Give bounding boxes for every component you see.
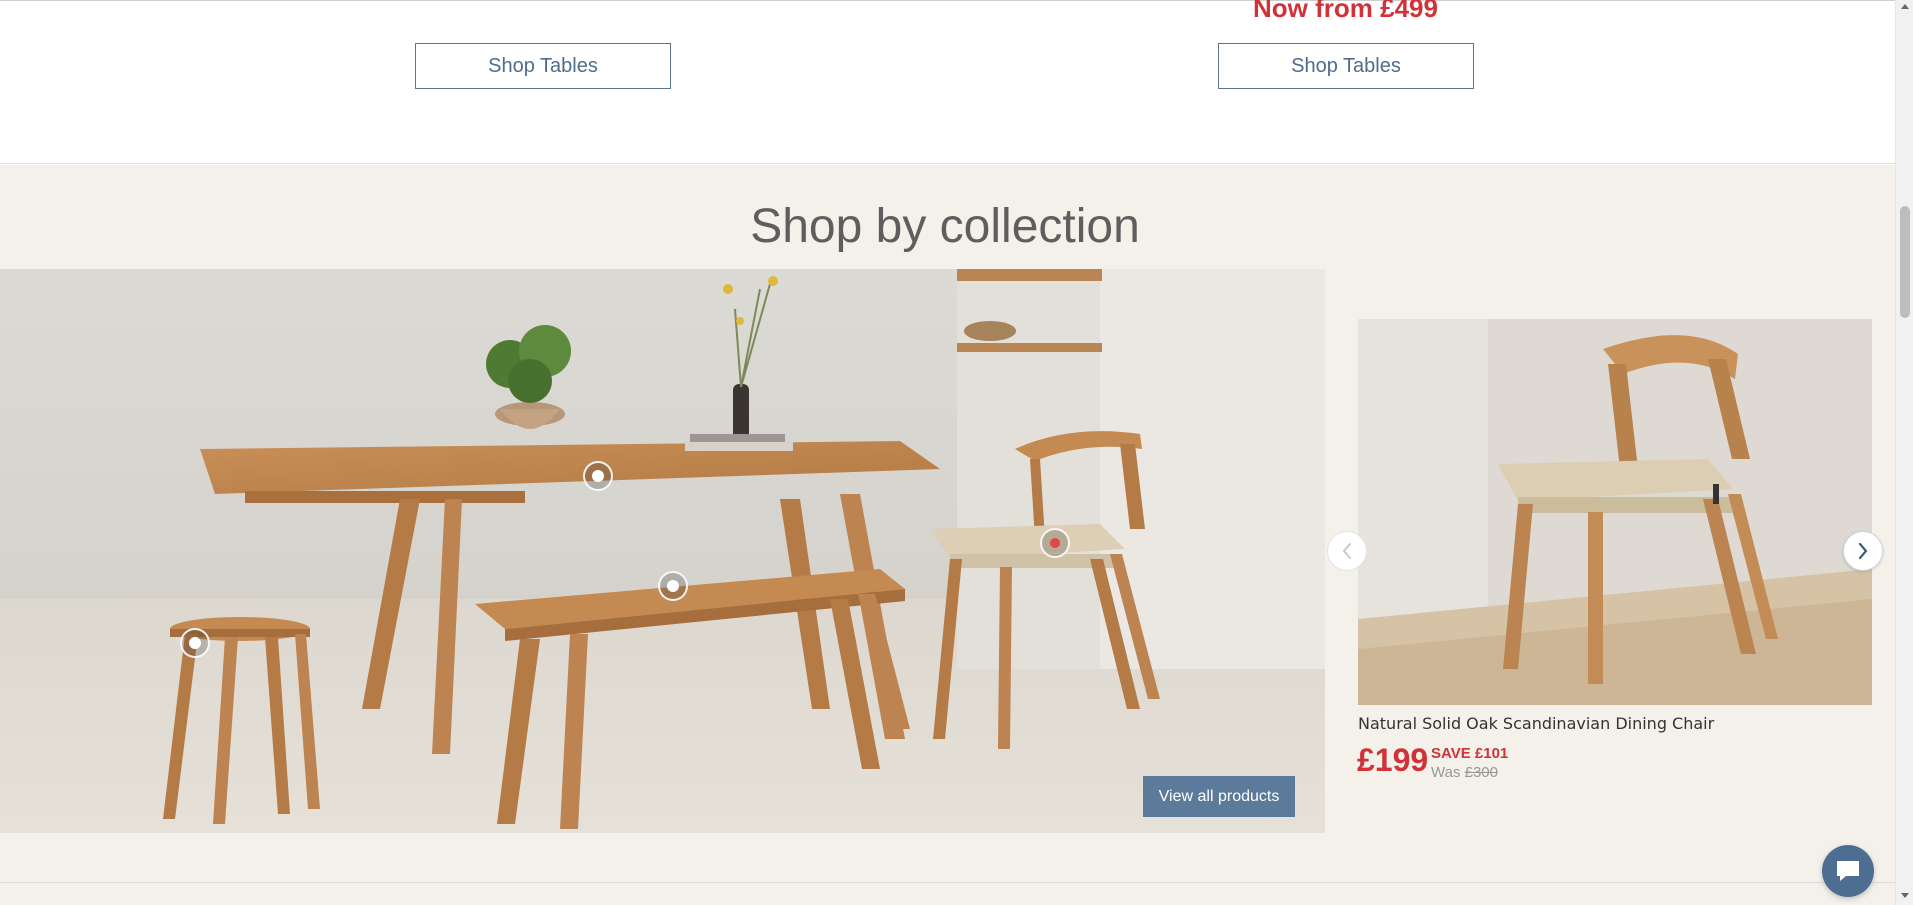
hotspot-dot (592, 470, 604, 482)
promo-section: Now from £499 Shop Tables Shop Tables (0, 0, 1895, 164)
product-name[interactable]: Natural Solid Oak Scandinavian Dining Ch… (1358, 714, 1714, 733)
promo-price: Now from £499 (1253, 0, 1438, 23)
carousel-prev-button[interactable] (1327, 531, 1367, 571)
hotspot-table[interactable] (583, 461, 613, 491)
chevron-right-icon (1858, 542, 1868, 560)
collection-scene-image (0, 269, 1325, 833)
section-divider (0, 882, 1895, 883)
shop-tables-button-left[interactable]: Shop Tables (415, 43, 671, 89)
was-price-value: £300 (1464, 764, 1498, 781)
shop-tables-button-right[interactable]: Shop Tables (1218, 43, 1474, 89)
chat-button[interactable] (1822, 845, 1874, 897)
product-was-price: Was £300 (1431, 764, 1498, 781)
scrollbar-thumb[interactable] (1900, 206, 1910, 318)
product-save-badge: SAVE £101 (1431, 745, 1509, 762)
page: Now from £499 Shop Tables Shop Tables Sh… (0, 0, 1913, 905)
scroll-up-icon[interactable] (1896, 2, 1913, 14)
page-scrollbar[interactable] (1895, 0, 1913, 905)
hotspot-chair[interactable] (1040, 528, 1070, 558)
product-image[interactable] (1358, 319, 1872, 705)
hotspot-dot (667, 580, 679, 592)
collection-title: Shop by collection (750, 200, 1140, 253)
hotspot-stool[interactable] (180, 628, 210, 658)
hotspot-dot (189, 637, 201, 649)
chevron-left-icon (1342, 543, 1351, 559)
hotspot-dot-active (1050, 538, 1060, 548)
chat-icon (1837, 861, 1859, 881)
scroll-down-icon[interactable] (1896, 892, 1913, 904)
view-all-products-button[interactable]: View all products (1143, 776, 1295, 817)
hotspot-bench[interactable] (658, 571, 688, 601)
was-label: Was (1431, 764, 1461, 781)
carousel-next-button[interactable] (1843, 531, 1883, 571)
product-price: £199 (1357, 742, 1429, 778)
